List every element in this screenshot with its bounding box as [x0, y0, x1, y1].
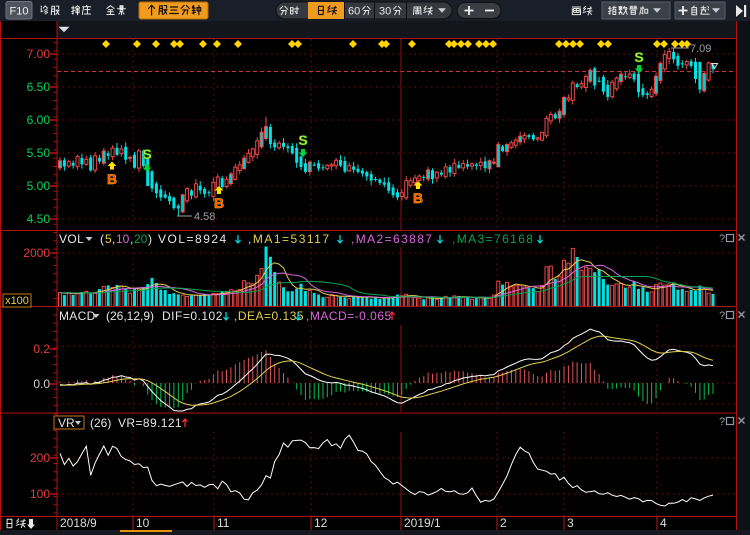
svg-text:?: ?	[719, 310, 725, 322]
svg-text:30: 30	[379, 6, 391, 18]
svg-text:x100: x100	[5, 295, 29, 307]
svg-text:DIF=0.102: DIF=0.102	[162, 309, 223, 323]
svg-text:20: 20	[134, 232, 148, 246]
svg-text:6.50: 6.50	[27, 80, 51, 94]
svg-text:11: 11	[217, 516, 230, 530]
svg-text:(: (	[100, 232, 104, 246]
svg-text:B: B	[214, 195, 224, 211]
svg-text:6.00: 6.00	[27, 113, 51, 127]
svg-text:5: 5	[105, 232, 112, 246]
svg-text:VR=89.121: VR=89.121	[118, 416, 182, 430]
svg-text:10: 10	[136, 516, 150, 530]
svg-text:,DEA=0.135: ,DEA=0.135	[234, 309, 304, 323]
svg-text:10: 10	[116, 232, 130, 246]
svg-text:VOL=8924: VOL=8924	[158, 232, 228, 246]
svg-text:,MA2=63887: ,MA2=63887	[351, 232, 433, 246]
svg-text:2019/1: 2019/1	[404, 516, 441, 530]
svg-text:B: B	[413, 190, 423, 206]
svg-text:3: 3	[567, 516, 574, 530]
svg-text:200: 200	[30, 451, 50, 465]
svg-text:100: 100	[30, 487, 50, 501]
svg-text:5.00: 5.00	[27, 179, 51, 193]
svg-text:7.09: 7.09	[690, 43, 711, 55]
svg-text:,: ,	[130, 232, 133, 246]
svg-text:4: 4	[660, 516, 667, 530]
svg-text:S: S	[298, 132, 307, 148]
svg-text:4.58: 4.58	[194, 211, 215, 223]
svg-text:,MACD=-0.065: ,MACD=-0.065	[306, 309, 392, 323]
svg-text:7.00: 7.00	[27, 47, 51, 61]
svg-text:(26,12,9): (26,12,9)	[106, 309, 154, 323]
svg-text:0.0: 0.0	[33, 377, 50, 391]
svg-text:?: ?	[719, 416, 725, 428]
svg-text:,MA1=53117: ,MA1=53117	[248, 232, 331, 246]
svg-text:12: 12	[314, 516, 328, 530]
svg-text:4.50: 4.50	[27, 212, 51, 226]
svg-text:5.50: 5.50	[27, 146, 51, 160]
svg-text:): )	[148, 232, 152, 246]
svg-text:S: S	[142, 146, 151, 162]
svg-text:,: ,	[112, 232, 115, 246]
svg-text:F10: F10	[10, 6, 29, 18]
svg-text:?: ?	[719, 233, 725, 245]
svg-text:,MA3=76168: ,MA3=76168	[452, 232, 534, 246]
svg-text:(26): (26)	[90, 416, 111, 430]
svg-text:2000: 2000	[23, 246, 50, 260]
svg-text:B: B	[107, 171, 117, 187]
svg-text:VR: VR	[58, 416, 75, 430]
svg-text:MACD: MACD	[59, 309, 96, 323]
svg-text:VOL: VOL	[59, 232, 84, 246]
svg-text:60: 60	[348, 6, 360, 18]
svg-text:2018/9: 2018/9	[60, 516, 97, 530]
svg-text:2: 2	[500, 516, 507, 530]
svg-text:0.2: 0.2	[33, 342, 50, 356]
svg-text:S: S	[634, 49, 643, 65]
